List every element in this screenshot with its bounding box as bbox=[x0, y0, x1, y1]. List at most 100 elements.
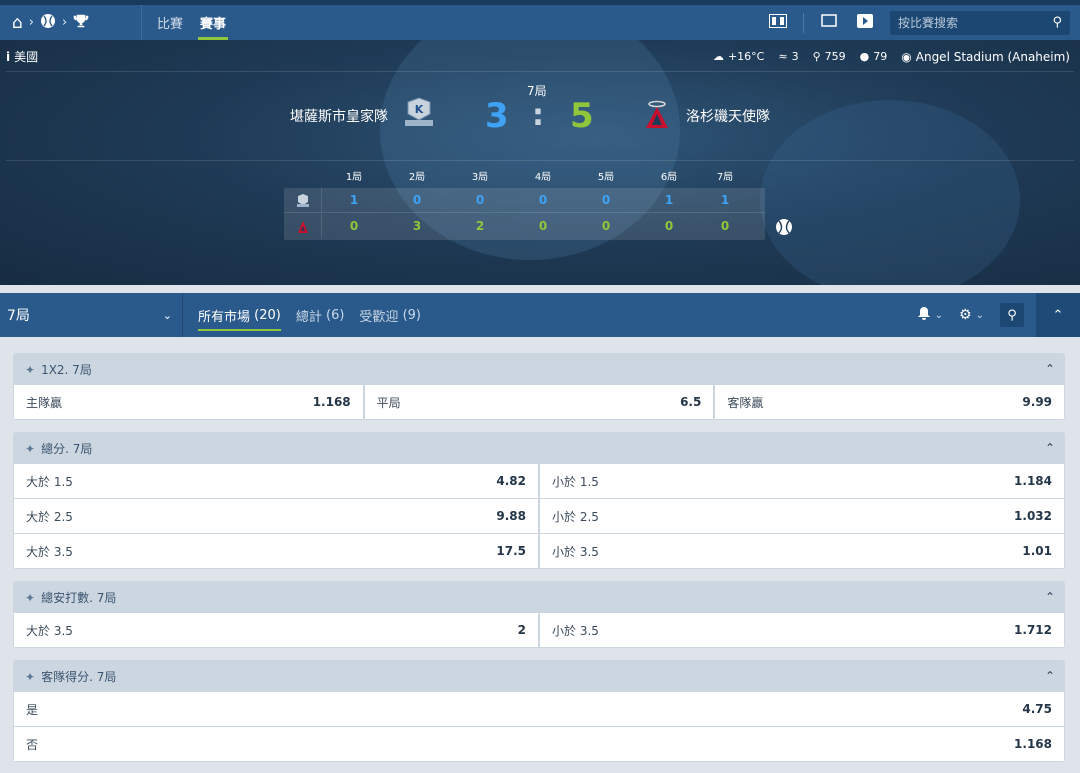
home-inning-score: 0 bbox=[538, 193, 548, 207]
away-inning-score: 0 bbox=[720, 219, 730, 233]
pin-icon[interactable]: ✦ bbox=[25, 442, 35, 456]
trophy-icon[interactable] bbox=[73, 13, 89, 33]
odd-value: 1.168 bbox=[312, 395, 351, 409]
tab-count: (9) bbox=[402, 307, 421, 323]
gear-icon: ⚙ bbox=[959, 307, 972, 323]
away-inning-score: 0 bbox=[538, 219, 548, 233]
home-score: 3 bbox=[485, 96, 509, 136]
pin-icon[interactable]: ✦ bbox=[25, 670, 35, 684]
odd-cell[interactable]: 是 4.75 bbox=[14, 692, 1064, 726]
pressure: 759 bbox=[824, 50, 846, 63]
market-header[interactable]: ✦ 客隊得分. 7局 ⌃ bbox=[13, 660, 1065, 692]
scoreboard-icon[interactable] bbox=[767, 13, 789, 32]
play-icon[interactable] bbox=[854, 13, 876, 32]
chevron-up-icon[interactable]: ⌃ bbox=[1045, 590, 1055, 604]
home-team-name[interactable]: 堪薩斯市皇家隊 bbox=[290, 106, 388, 126]
home-inning-score: 1 bbox=[349, 193, 359, 207]
odd-cell[interactable]: 小於 1.5 1.184 bbox=[540, 464, 1064, 498]
market-title: 總安打數. 7局 bbox=[41, 590, 117, 605]
odd-cell[interactable]: 大於 3.5 2 bbox=[14, 613, 538, 647]
away-team-name[interactable]: 洛杉磯天使隊 bbox=[686, 106, 770, 126]
collapse-all-button[interactable]: ⌃ bbox=[1036, 293, 1080, 337]
odd-cell[interactable]: 平局 6.5 bbox=[364, 385, 714, 419]
away-inning-score: 3 bbox=[412, 219, 422, 233]
settings-dropdown[interactable]: ⚙ ⌄ bbox=[959, 307, 984, 323]
chevron-up-icon[interactable]: ⌃ bbox=[1045, 362, 1055, 376]
inning-header: 6局 bbox=[660, 172, 678, 183]
tab-totals[interactable]: 總計 (6) bbox=[296, 293, 345, 337]
away-team-mini-logo bbox=[284, 214, 322, 239]
odd-value: 1.032 bbox=[1014, 509, 1052, 523]
market-search-button[interactable]: ⚲ bbox=[1000, 303, 1024, 327]
search-input[interactable] bbox=[898, 15, 1038, 30]
home-line-row: 1 0 0 0 0 1 1 bbox=[284, 188, 765, 213]
odd-value: 4.82 bbox=[496, 474, 526, 488]
divider bbox=[6, 71, 1074, 72]
match-header: i 美國 ☁ +16°C ≈3 ⚲ 759 ● 79 ◉ Angel Stadium (… bbox=[0, 40, 1080, 285]
notification-dropdown[interactable]: ⌄ bbox=[917, 306, 943, 324]
chevron-right-icon: › bbox=[62, 15, 68, 30]
market-total-runs: ✦ 總分. 7局 ⌃ 大於 1.5 4.82 小於 1.5 1.184 大於 2.5 9… bbox=[13, 432, 1065, 569]
outcome-label: 大於 1.5 bbox=[26, 474, 73, 489]
outcome-label: 大於 3.5 bbox=[26, 623, 73, 638]
current-inning: 7局 bbox=[527, 84, 547, 98]
away-inning-score: 2 bbox=[475, 219, 485, 233]
market-header[interactable]: ✦ 1X2. 7局 ⌃ bbox=[13, 353, 1065, 385]
tab-all-markets[interactable]: 所有市場 (20) bbox=[198, 293, 281, 337]
away-team-logo bbox=[644, 100, 670, 130]
market-title: 總分. 7局 bbox=[41, 441, 93, 456]
tab-count: (20) bbox=[254, 307, 281, 323]
wind-speed: 3 bbox=[791, 50, 799, 63]
market-header[interactable]: ✦ 總分. 7局 ⌃ bbox=[13, 432, 1065, 464]
market-title: 客隊得分. 7局 bbox=[41, 669, 117, 684]
top-nav: ⌂ › › 比賽 賽事 ⚲ bbox=[0, 0, 1080, 40]
chevron-up-icon[interactable]: ⌃ bbox=[1045, 669, 1055, 683]
tab-label: 所有市場 bbox=[198, 309, 251, 325]
tab-events[interactable]: 賽事 bbox=[198, 5, 229, 40]
odd-cell[interactable]: 否 1.168 bbox=[14, 727, 1064, 761]
odd-cell[interactable]: 大於 2.5 9.88 bbox=[14, 499, 538, 533]
outcome-label: 小於 1.5 bbox=[552, 474, 599, 489]
tv-icon[interactable] bbox=[818, 13, 840, 32]
odd-cell[interactable]: 小於 3.5 1.712 bbox=[540, 613, 1064, 647]
inning-header: 2局 bbox=[408, 172, 426, 183]
outcome-label: 大於 2.5 bbox=[26, 509, 73, 524]
info-icon[interactable]: i bbox=[6, 50, 10, 64]
odd-value: 1.01 bbox=[1022, 544, 1052, 558]
outcome-label: 主隊贏 bbox=[26, 395, 63, 410]
market-title: 1X2. 7局 bbox=[41, 362, 92, 377]
pressure-icon: ⚲ bbox=[812, 50, 821, 63]
market-header[interactable]: ✦ 總安打數. 7局 ⌃ bbox=[13, 581, 1065, 613]
outcome-label: 小於 3.5 bbox=[552, 623, 599, 638]
outcome-label: 是 bbox=[26, 702, 39, 717]
home-inning-score: 0 bbox=[412, 193, 422, 207]
inning-header: 7局 bbox=[716, 172, 734, 183]
odd-value: 9.99 bbox=[1022, 395, 1053, 409]
inning-header: 5局 bbox=[597, 172, 615, 183]
chevron-up-icon[interactable]: ⌃ bbox=[1045, 441, 1055, 455]
tab-popular[interactable]: 受歡迎 (9) bbox=[359, 293, 421, 337]
home-team-mini-logo bbox=[284, 188, 322, 213]
period-select[interactable]: 7局 ⌄ bbox=[0, 293, 183, 337]
chevron-down-icon: ⌄ bbox=[162, 308, 172, 322]
markets-list: ✦ 1X2. 7局 ⌃ 主隊贏 1.168 平局 6.5 客隊贏 9.99 ✦ 總分. 7… bbox=[13, 353, 1065, 773]
odd-cell[interactable]: 大於 3.5 17.5 bbox=[14, 534, 538, 568]
pin-icon[interactable]: ✦ bbox=[25, 363, 35, 377]
divider bbox=[6, 160, 1074, 161]
odd-cell[interactable]: 大於 1.5 4.82 bbox=[14, 464, 538, 498]
pin-icon[interactable]: ✦ bbox=[25, 591, 35, 605]
divider bbox=[803, 12, 804, 33]
baseball-icon[interactable] bbox=[40, 13, 56, 33]
tab-count: (6) bbox=[326, 307, 345, 323]
odd-cell[interactable]: 主隊贏 1.168 bbox=[14, 385, 363, 419]
search-icon[interactable]: ⚲ bbox=[1052, 15, 1062, 30]
home-icon[interactable]: ⌂ bbox=[12, 13, 23, 33]
odd-cell[interactable]: 小於 3.5 1.01 bbox=[540, 534, 1064, 568]
odd-cell[interactable]: 小於 2.5 1.032 bbox=[540, 499, 1064, 533]
baseball-icon bbox=[775, 218, 793, 236]
home-inning-score: 0 bbox=[601, 193, 611, 207]
outcome-label: 客隊贏 bbox=[727, 395, 764, 410]
bell-icon bbox=[917, 306, 931, 324]
odd-cell[interactable]: 客隊贏 9.99 bbox=[715, 385, 1065, 419]
tab-matches[interactable]: 比賽 bbox=[155, 5, 185, 40]
